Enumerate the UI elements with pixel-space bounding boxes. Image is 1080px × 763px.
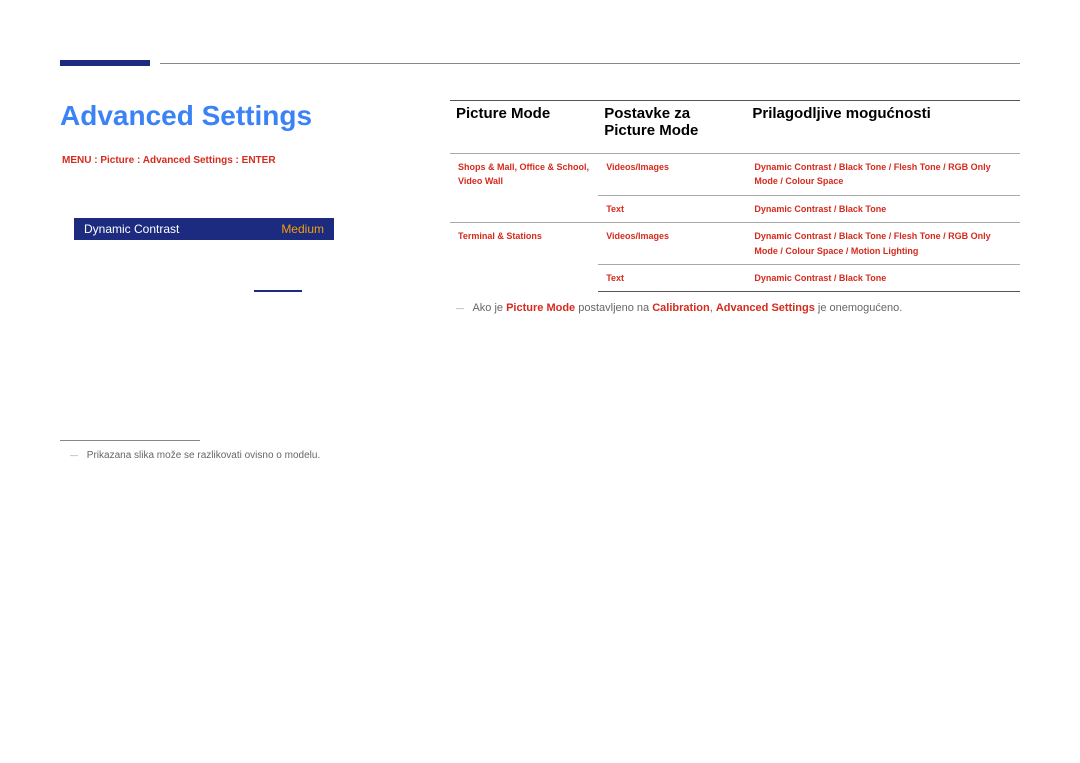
settings-preview: Dynamic Contrast Medium	[74, 218, 334, 298]
note-text-post: je onemogućeno.	[815, 302, 902, 314]
cell-mode: Shops & Mall, Office & School, Video Wal…	[450, 154, 598, 223]
cell-options: Dynamic Contrast / Black Tone	[746, 264, 1020, 291]
preview-label: Dynamic Contrast	[84, 222, 179, 236]
note-highlight: Picture Mode	[506, 302, 575, 314]
table-header-options: Prilagodljive mogućnosti	[746, 101, 1020, 154]
page-title: Advanced Settings	[60, 100, 312, 132]
cell-setting: Videos/Images	[598, 154, 746, 196]
cell-options: Dynamic Contrast / Black Tone	[746, 195, 1020, 222]
menu-path: MENU : Picture : Advanced Settings : ENT…	[62, 155, 276, 166]
preview-indicator	[254, 290, 302, 292]
note-text-mid: postavljeno na	[575, 302, 652, 314]
footnote-rule	[60, 440, 200, 441]
section-accent-bar	[60, 60, 150, 66]
table-row: Terminal & Stations Videos/Images Dynami…	[450, 223, 1020, 265]
table-note: ― Ako je Picture Mode postavljeno na Cal…	[450, 302, 1020, 314]
options-table: Picture Mode Postavke za Picture Mode Pr…	[450, 100, 1020, 292]
table-header-picture-mode: Picture Mode	[450, 101, 598, 154]
note-highlight: Calibration	[652, 302, 709, 314]
preview-row: Dynamic Contrast Medium	[74, 218, 334, 240]
footnote-text: Prikazana slika može se razlikovati ovis…	[87, 450, 320, 461]
cell-setting: Text	[598, 195, 746, 222]
table-row: Shops & Mall, Office & School, Video Wal…	[450, 154, 1020, 196]
note-text-pre: Ako je	[472, 302, 506, 314]
bullet-icon: ―	[70, 451, 78, 460]
table-header-postavke: Postavke za Picture Mode	[598, 101, 746, 154]
preview-value: Medium	[281, 222, 324, 236]
options-table-area: Picture Mode Postavke za Picture Mode Pr…	[450, 100, 1020, 314]
cell-mode: Terminal & Stations	[450, 223, 598, 292]
cell-setting: Videos/Images	[598, 223, 746, 265]
bullet-icon: ―	[456, 304, 464, 313]
cell-options: Dynamic Contrast / Black Tone / Flesh To…	[746, 223, 1020, 265]
cell-setting: Text	[598, 264, 746, 291]
header-rule	[160, 63, 1020, 64]
note-highlight: Advanced Settings	[716, 302, 815, 314]
footnote: ― Prikazana slika može se razlikovati ov…	[70, 450, 320, 461]
cell-options: Dynamic Contrast / Black Tone / Flesh To…	[746, 154, 1020, 196]
